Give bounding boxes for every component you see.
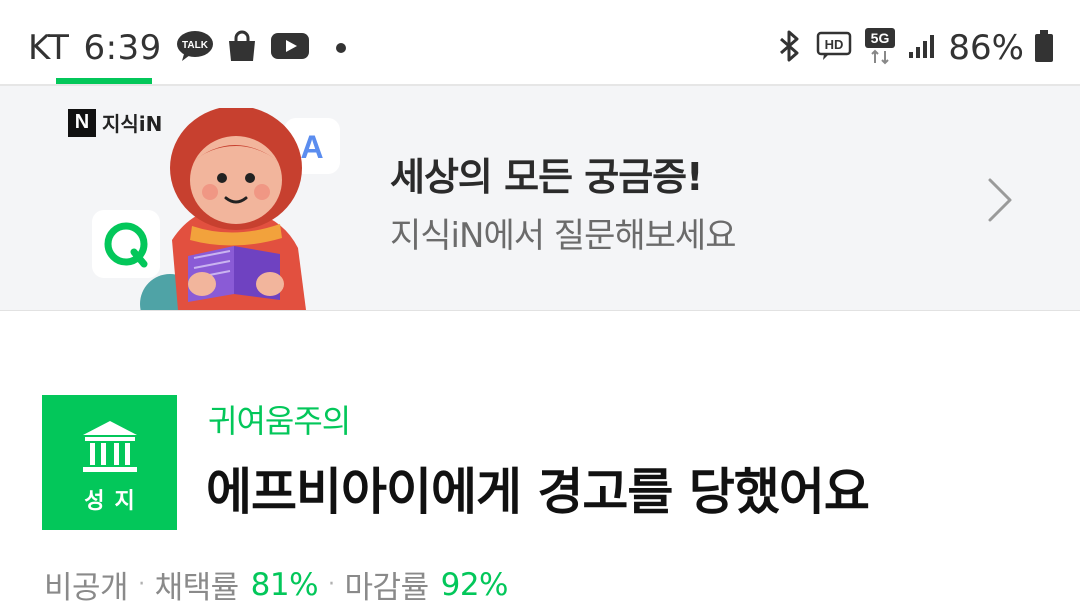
visibility-label: 비공개 bbox=[44, 570, 129, 606]
banner-subtitle: 지식iN에서 질문해보세요 bbox=[390, 216, 736, 256]
jisikin-logo: N 지식iN bbox=[68, 108, 162, 137]
stats-separator: · bbox=[328, 572, 335, 597]
closing-rate-label: 마감률 bbox=[344, 570, 430, 606]
talk-badge-text: TALK bbox=[182, 40, 209, 51]
hd-voice-icon: HD bbox=[816, 31, 852, 65]
stats-separator: · bbox=[138, 572, 145, 597]
question-stats: 비공개 · 채택률 81% · 마감률 92% bbox=[44, 562, 509, 607]
youtube-icon bbox=[270, 31, 310, 65]
shopping-bag-icon bbox=[226, 30, 258, 66]
signal-strength-icon bbox=[908, 32, 936, 64]
status-bar-right: HD 5G 86% bbox=[776, 22, 1054, 74]
brand-name: 지식iN bbox=[102, 112, 163, 136]
category-badge[interactable]: 성지 bbox=[42, 395, 177, 530]
hd-badge-text: HD bbox=[825, 37, 844, 52]
network-type-text: 5G bbox=[871, 30, 890, 46]
answer-bubble-letter: A bbox=[300, 129, 323, 165]
kakaotalk-icon: TALK bbox=[176, 30, 214, 66]
question-title: 에프비아이에게 경고를 당했어요 bbox=[206, 463, 870, 521]
adoption-rate-label: 채택률 bbox=[154, 570, 240, 606]
clock: 6:39 bbox=[83, 28, 162, 68]
chevron-right-icon[interactable] bbox=[984, 176, 1016, 224]
carrier-label: KT bbox=[28, 28, 70, 68]
status-bar-left: KT 6:39 TALK bbox=[28, 22, 346, 74]
5g-network-icon: 5G bbox=[864, 27, 896, 69]
mascot-illustration: A bbox=[92, 108, 340, 310]
status-bar: KT 6:39 TALK HD 5G 86% bbox=[0, 0, 1080, 86]
temple-icon bbox=[83, 421, 137, 472]
closing-rate-value: 92% bbox=[440, 566, 509, 603]
adoption-rate-value: 81% bbox=[250, 566, 319, 603]
bluetooth-icon bbox=[776, 29, 804, 67]
battery-percent: 86% bbox=[948, 28, 1024, 68]
banner-title: 세상의 모든 궁금증! bbox=[390, 155, 703, 199]
naver-n-icon: N bbox=[68, 108, 96, 137]
question-category[interactable]: 귀여움주의 bbox=[208, 396, 351, 442]
badge-label: 성지 bbox=[84, 489, 145, 514]
notification-dot-icon bbox=[335, 43, 346, 53]
battery-icon bbox=[1034, 29, 1054, 67]
